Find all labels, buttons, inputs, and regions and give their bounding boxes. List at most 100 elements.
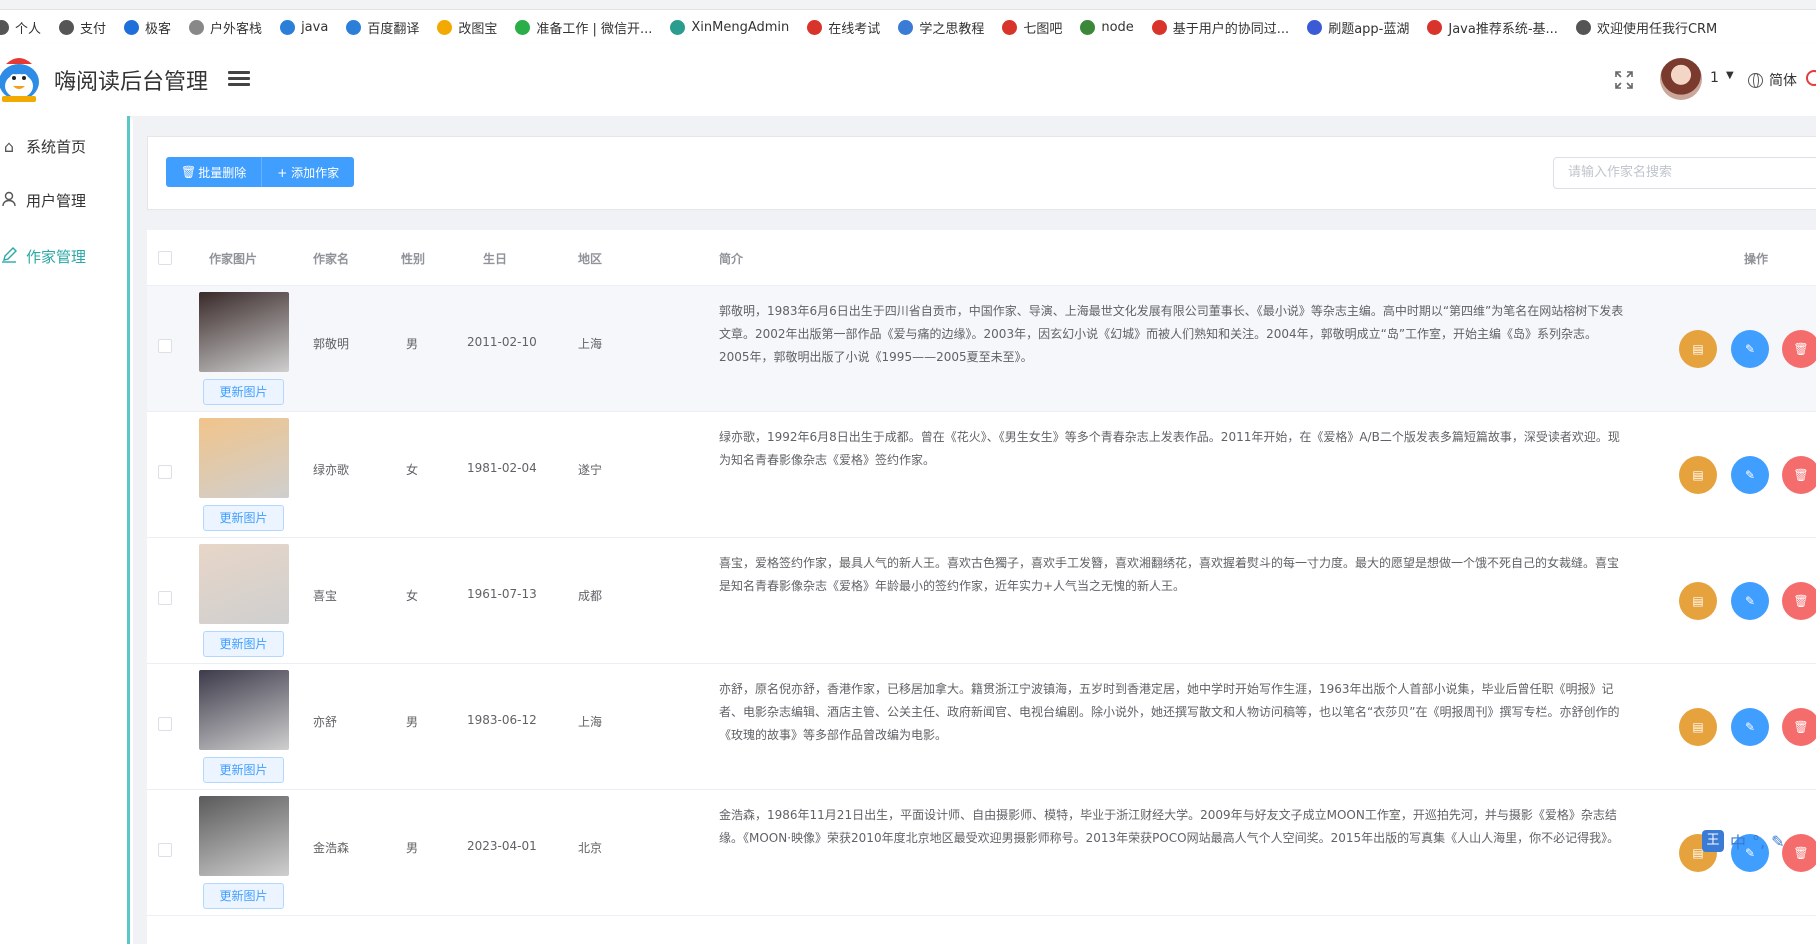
update-photo-button[interactable]: 更新图片 [203, 757, 284, 783]
edit-button[interactable]: ✎ [1731, 582, 1769, 620]
select-all-checkbox[interactable] [158, 251, 172, 265]
delete-button[interactable]: 🗑 [1782, 456, 1816, 494]
batch-delete-button[interactable]: 🗑 批量删除 [166, 157, 263, 187]
bookmark-item[interactable]: 个人 [0, 18, 41, 37]
bookmark-icon [189, 19, 205, 35]
writer-photo [199, 544, 289, 624]
bookmark-item[interactable]: 七图吧 [1002, 18, 1062, 37]
sidebar-item-home[interactable]: ⌂ 系统首页 [0, 130, 86, 162]
fullscreen-icon[interactable] [1614, 70, 1636, 92]
logout-icon[interactable] [1806, 70, 1816, 86]
app-header: 嗨阅读后台管理 1 ▼ 简体 [0, 44, 1816, 116]
menu-toggle-icon[interactable] [228, 68, 250, 90]
row-checkbox[interactable] [158, 843, 172, 857]
bookmark-item[interactable]: 学之思教程 [898, 18, 984, 37]
column-header: 操作 [1744, 252, 1769, 266]
main-content: 🗑 批量删除 + 添加作家 请输入作家名搜索 作家图片 作家名 性别 生日 地区… [133, 116, 1816, 944]
bookmark-item[interactable]: XinMengAdmin [670, 19, 789, 35]
bookmark-item[interactable]: java [280, 19, 328, 35]
column-header: 性别 [401, 252, 426, 266]
sidebar-item-users[interactable]: 用户管理 [0, 184, 86, 216]
table-row: 更新图片 郭敬明 男 2011-02-10 上海 郭敬明，1983年6月6日出生于四川省自… [147, 286, 1816, 412]
writer-region: 成都 [578, 589, 603, 603]
view-button[interactable]: ▤ [1679, 330, 1717, 368]
writer-name: 亦舒 [313, 715, 338, 729]
bookmark-item[interactable]: 改图宝 [437, 18, 497, 37]
row-checkbox[interactable] [158, 591, 172, 605]
row-checkbox[interactable] [158, 339, 172, 353]
delete-button[interactable]: 🗑 [1782, 708, 1816, 746]
bookmark-icon [898, 19, 914, 35]
update-photo-button[interactable]: 更新图片 [203, 631, 284, 657]
edit-button[interactable]: ✎ [1731, 708, 1769, 746]
writer-name: 喜宝 [313, 589, 338, 603]
writer-gender: 男 [406, 715, 419, 729]
document-icon: ▤ [1692, 720, 1704, 734]
view-button[interactable]: ▤ [1679, 708, 1717, 746]
view-button[interactable]: ▤ [1679, 582, 1717, 620]
delete-icon: 🗑 [1793, 594, 1809, 608]
bookmark-item[interactable]: 百度翻译 [346, 18, 419, 37]
bookmark-item[interactable]: 基于用户的协同过... [1151, 18, 1289, 37]
bookmark-item[interactable]: 在线考试 [807, 18, 880, 37]
language-label: 简体 [1769, 73, 1797, 89]
writer-name: 绿亦歌 [313, 463, 350, 477]
bookmark-item[interactable]: 准备工作 | 微信开... [515, 18, 652, 37]
sidebar-item-label: 系统首页 [26, 137, 87, 156]
chevron-down-icon[interactable]: ▼ [1726, 70, 1734, 81]
sidebar-item-label: 用户管理 [26, 191, 87, 210]
writer-gender: 男 [406, 841, 419, 855]
edit-button[interactable]: ✎ [1731, 330, 1769, 368]
writer-intro: 绿亦歌，1992年6月8日出生于成都。曾在《花火》、《男生女生》等多个青春杂志上… [719, 430, 1620, 467]
bookmark-item[interactable]: node [1080, 19, 1134, 35]
writer-photo [199, 796, 289, 876]
delete-button[interactable]: 🗑 [1782, 582, 1816, 620]
toolbar-card: 🗑 批量删除 + 添加作家 请输入作家名搜索 [147, 136, 1816, 210]
bookmark-icon [437, 19, 453, 35]
update-photo-button[interactable]: 更新图片 [203, 379, 284, 405]
ime-toolbar[interactable]: 王 中 °, ✎ [1702, 826, 1816, 856]
add-writer-button[interactable]: + 添加作家 [262, 157, 355, 187]
writer-photo [199, 292, 289, 372]
edit-icon: ✎ [1744, 342, 1756, 356]
bookmark-item[interactable]: 刷题app-蓝湖 [1307, 18, 1409, 37]
document-icon: ▤ [1692, 342, 1704, 356]
browser-tabstrip [0, 0, 1816, 10]
writer-search-input[interactable]: 请输入作家名搜索 [1553, 157, 1816, 189]
writer-birthday: 1983-06-12 [467, 713, 537, 727]
bookmark-item[interactable]: 极客 [124, 18, 171, 37]
bookmark-icon [670, 19, 686, 35]
user-avatar[interactable] [1660, 58, 1702, 100]
language-switch[interactable]: 简体 [1748, 70, 1797, 90]
bookmark-item[interactable]: 户外客栈 [189, 18, 262, 37]
bookmark-icon [1080, 19, 1096, 35]
column-header: 生日 [483, 252, 508, 266]
writer-name: 金浩森 [313, 841, 350, 855]
view-button[interactable]: ▤ [1679, 456, 1717, 494]
writer-intro: 亦舒，原名倪亦舒，香港作家，已移居加拿大。籍贯浙江宁波镇海，五岁时到香港定居，她… [719, 682, 1620, 742]
column-header: 作家图片 [209, 252, 258, 266]
ime-mode-label: 中 [1730, 833, 1747, 852]
update-photo-button[interactable]: 更新图片 [203, 505, 284, 531]
bookmark-item[interactable]: Java推荐系统-基... [1427, 18, 1558, 37]
update-photo-button[interactable]: 更新图片 [203, 883, 284, 909]
table-row: 更新图片 亦舒 男 1983-06-12 上海 亦舒，原名倪亦舒，香港作家，已移居加拿大。… [147, 664, 1816, 790]
bookmark-item[interactable]: 欢迎使用任我行CRM [1575, 18, 1717, 37]
row-checkbox[interactable] [158, 465, 172, 479]
writer-region: 上海 [578, 715, 603, 729]
delete-button[interactable]: 🗑 [1782, 330, 1816, 368]
user-icon [0, 191, 18, 209]
writer-gender: 男 [406, 337, 419, 351]
bookmark-item[interactable]: 支付 [59, 18, 106, 37]
edit-button[interactable]: ✎ [1731, 456, 1769, 494]
delete-icon: 🗑 [1793, 468, 1809, 482]
edit-icon: ✎ [1744, 594, 1756, 608]
bookmarks-bar: 个人 支付 极客 户外客栈 java 百度翻译 改图宝 准备工作 | 微信开... XinMen… [0, 10, 1816, 44]
writers-table: 作家图片 作家名 性别 生日 地区 简介 操作 更新图片 郭敬明男 2011-02-… [147, 230, 1816, 944]
user-name[interactable]: 1 [1710, 70, 1719, 86]
bookmark-icon [1151, 19, 1167, 35]
bookmark-icon [124, 19, 140, 35]
row-checkbox[interactable] [158, 717, 172, 731]
sidebar-item-writers[interactable]: 作家管理 [0, 240, 86, 272]
writer-intro: 郭敬明，1983年6月6日出生于四川省自贡市，中国作家、导演、上海最世文化发展有… [719, 304, 1624, 364]
